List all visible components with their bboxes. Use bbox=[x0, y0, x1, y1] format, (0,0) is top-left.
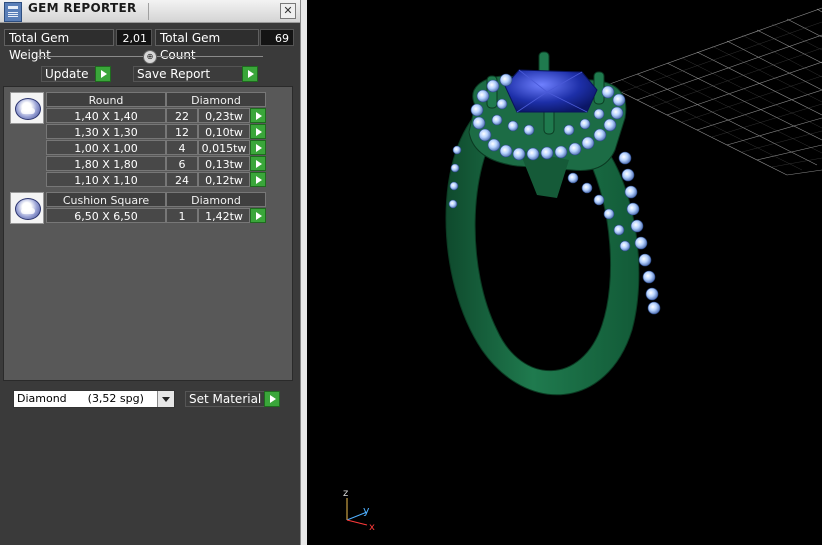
gem-list: Round Diamond 1,40 X 1,40 22 0,23tw 1,30… bbox=[3, 86, 293, 381]
total-gem-weight-label: Total Gem Weight bbox=[4, 29, 114, 62]
gem-count: 12 bbox=[166, 124, 198, 139]
group-shape-header: Round bbox=[46, 92, 166, 107]
gem-size: 6,50 X 6,50 bbox=[46, 208, 166, 223]
gem-size: 1,40 X 1,40 bbox=[46, 108, 166, 123]
gem-size: 1,80 X 1,80 bbox=[46, 156, 166, 171]
gem-weight: 0,13tw bbox=[198, 156, 250, 171]
material-select-value: Diamond (3,52 spg) bbox=[17, 392, 144, 405]
group-material-header: Diamond bbox=[166, 92, 266, 107]
gem-weight: 0,015tw bbox=[198, 140, 250, 155]
total-gem-count-label: Total Gem Count bbox=[155, 29, 259, 62]
material-select[interactable]: Diamond (3,52 spg) bbox=[13, 390, 175, 408]
chevron-down-icon[interactable] bbox=[157, 391, 174, 407]
y-axis-label: y bbox=[363, 504, 370, 517]
row-select-arrow-icon[interactable] bbox=[250, 108, 266, 123]
save-report-play-icon bbox=[242, 66, 258, 82]
gem-size: 1,30 X 1,30 bbox=[46, 124, 166, 139]
set-material-play-icon bbox=[264, 391, 280, 407]
center-stone[interactable] bbox=[504, 69, 598, 113]
set-material-button-label: Set Material bbox=[189, 392, 262, 406]
total-gem-count-value: 69 bbox=[260, 29, 294, 46]
close-icon[interactable]: ✕ bbox=[280, 3, 296, 19]
gem-weight: 0,12tw bbox=[198, 172, 250, 187]
window-title: GEM REPORTER bbox=[28, 1, 137, 15]
gem-size: 1,00 X 1,00 bbox=[46, 140, 166, 155]
gem-count: 22 bbox=[166, 108, 198, 123]
row-select-arrow-icon[interactable] bbox=[250, 124, 266, 139]
gem-count: 1 bbox=[166, 208, 198, 223]
update-button-label: Update bbox=[45, 67, 89, 81]
3d-viewport[interactable]: z y x bbox=[307, 0, 822, 545]
cushion-gem-thumbnail[interactable] bbox=[10, 192, 44, 224]
ring-model[interactable] bbox=[445, 51, 661, 396]
axis-gizmo: z y x bbox=[343, 488, 375, 533]
ground-grid bbox=[606, 7, 822, 176]
row-select-arrow-icon[interactable] bbox=[250, 156, 266, 171]
splitter-handle-icon[interactable]: ⊕ bbox=[143, 50, 157, 64]
gem-count: 4 bbox=[166, 140, 198, 155]
gem-reporter-app-icon bbox=[4, 2, 22, 22]
gem-count: 24 bbox=[166, 172, 198, 187]
title-divider bbox=[148, 3, 149, 20]
round-gem-thumbnail[interactable] bbox=[10, 92, 44, 124]
update-button[interactable]: Update bbox=[41, 66, 111, 82]
gem-size: 1,10 X 1,10 bbox=[46, 172, 166, 187]
row-select-arrow-icon[interactable] bbox=[250, 140, 266, 155]
row-select-arrow-icon[interactable] bbox=[250, 208, 266, 223]
z-axis-label: z bbox=[343, 488, 348, 499]
viewport-canvas[interactable]: z y x bbox=[307, 0, 822, 545]
gem-weight: 0,23tw bbox=[198, 108, 250, 123]
x-axis-label: x bbox=[369, 522, 375, 533]
row-select-arrow-icon[interactable] bbox=[250, 172, 266, 187]
group-shape-header: Cushion Square bbox=[46, 192, 166, 207]
set-material-button[interactable]: Set Material bbox=[185, 391, 280, 407]
total-gem-weight-value: 2,01 bbox=[116, 29, 152, 46]
gem-count: 6 bbox=[166, 156, 198, 171]
update-play-icon bbox=[95, 66, 111, 82]
group-material-header: Diamond bbox=[166, 192, 266, 207]
gem-weight: 1,42tw bbox=[198, 208, 250, 223]
save-report-button[interactable]: Save Report bbox=[133, 66, 258, 82]
save-report-button-label: Save Report bbox=[137, 67, 211, 81]
gem-weight: 0,10tw bbox=[198, 124, 250, 139]
title-bar[interactable]: GEM REPORTER ✕ bbox=[0, 0, 300, 23]
gem-reporter-panel: GEM REPORTER ✕ Total Gem Weight 2,01 Tot… bbox=[0, 0, 300, 545]
